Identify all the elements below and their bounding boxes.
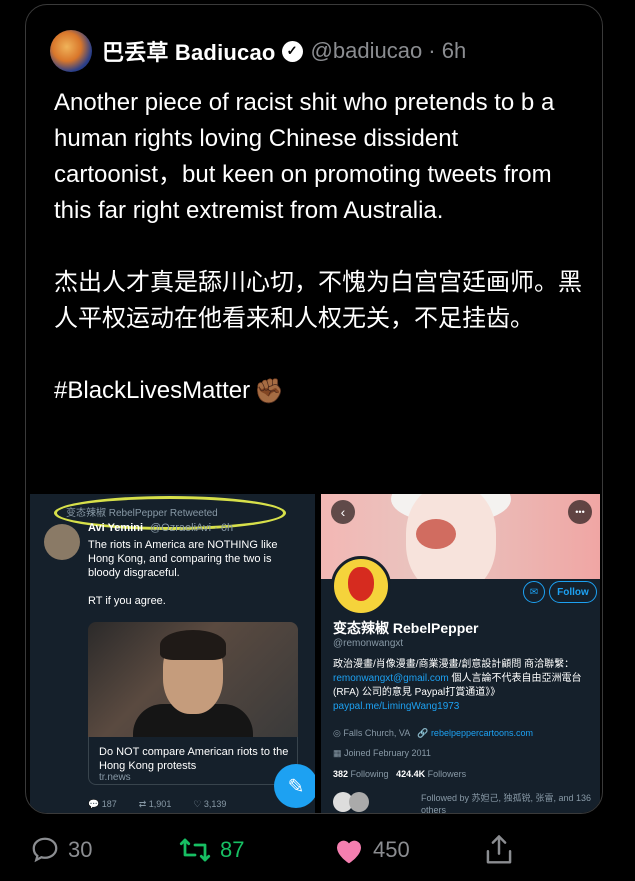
- compose-fab-icon: ✎: [274, 764, 315, 808]
- profile-joined-text: Joined February 2011: [344, 748, 431, 758]
- reply-count: 30: [68, 837, 93, 862]
- profile-bio: 政治漫畫/肖像漫畫/商業漫畫/創意設計顧問 商洽聯繫： remonwangxt@g…: [333, 658, 595, 714]
- follower-avatar: [349, 792, 369, 812]
- retweet-text: The riots in America are NOTHING like Ho…: [88, 539, 278, 607]
- link-url: tr.news: [99, 772, 131, 783]
- screenshot-profile[interactable]: ‹ ••• ✉ Follow 变态辣椒 RebelPepper @remonwa…: [321, 494, 600, 814]
- banner-red-patch: [416, 519, 456, 549]
- mail-icon: ✉: [523, 581, 545, 603]
- tweet-text-content: Another piece of racist shit who pretend…: [54, 89, 582, 404]
- share-button[interactable]: [484, 830, 522, 870]
- bio-email: remonwangxt@gmail.com: [333, 673, 449, 684]
- profile-joined: ▦ Joined February 2011: [333, 748, 431, 758]
- avatar[interactable]: [50, 30, 92, 72]
- reply-count: 💬 187: [88, 799, 117, 809]
- retweet-author-avatar: [44, 524, 80, 560]
- followed-by: Followed by 苏妲己, 独孤锐, 张雷, and 136 others: [421, 793, 592, 814]
- display-name[interactable]: 巴丢草 Badiucao: [102, 35, 276, 67]
- retweet-author-handle: @OzraeliAvi · 6h: [150, 522, 234, 534]
- retweet-button[interactable]: 87: [178, 830, 244, 870]
- following-label: Following: [350, 769, 389, 779]
- link-card: Do NOT compare American riots to the Hon…: [88, 737, 298, 785]
- retweet-count: 87: [220, 837, 245, 862]
- following-count: 382: [333, 769, 349, 779]
- tweet-card[interactable]: 巴丢草 Badiucao ✓ @badiucao · 6h Another pi…: [25, 4, 603, 814]
- retweet-actions: 💬 187 ⇄ 1,901 ♡ 3,139: [88, 799, 288, 810]
- reply-icon: [32, 837, 58, 863]
- more-icon: •••: [568, 500, 592, 524]
- followers-label: Followers: [427, 769, 467, 779]
- link-title: Do NOT compare American riots to the Hon…: [99, 746, 292, 772]
- reply-count-value: 187: [101, 799, 117, 809]
- retweet-count: ⇄ 1,901: [138, 799, 172, 809]
- profile-location: Falls Church, VA: [343, 728, 410, 738]
- photo-hair: [160, 630, 226, 660]
- tweet-action-bar: 30 87 450: [0, 830, 635, 870]
- reply-button[interactable]: 30: [30, 830, 92, 870]
- back-arrow-icon: ‹: [331, 500, 355, 524]
- profile-website: rebelpeppercartoons.com: [430, 728, 533, 738]
- retweet-count-value: 1,901: [148, 799, 172, 809]
- tweet-header: 巴丢草 Badiucao ✓ @badiucao · 6h: [50, 29, 466, 73]
- follow-button: Follow: [549, 581, 597, 603]
- profile-avatar: [331, 556, 391, 616]
- bio-paypal: paypal.me/LimingWang1973: [333, 701, 460, 712]
- screenshot-retweet[interactable]: 变态辣椒 RebelPepper Retweeted Avi Yemini @O…: [30, 494, 315, 813]
- like-button[interactable]: 450: [333, 830, 410, 870]
- followers-count: 424.4K: [396, 769, 426, 779]
- verified-badge-icon: ✓: [281, 40, 303, 62]
- like-count: 450: [373, 837, 410, 862]
- profile-counts: 382 Following 424.4K Followers: [333, 769, 466, 779]
- profile-name: 变态辣椒 RebelPepper: [333, 620, 479, 636]
- handle-and-time: @badiucao · 6h: [310, 38, 467, 63]
- like-count-value: 3,139: [203, 799, 227, 809]
- like-count: ♡ 3,139: [193, 799, 227, 809]
- share-icon: [486, 835, 512, 864]
- profile-location-row: ◎ Falls Church, VA 🔗 rebelpeppercartoons…: [333, 728, 533, 738]
- pepper-icon: [348, 567, 374, 601]
- retweet-photo: [88, 622, 298, 737]
- profile-handle: @remonwangxt: [333, 638, 404, 649]
- retweet-author-name: Avi Yemini: [88, 522, 144, 534]
- tweet-media[interactable]: 变态辣椒 RebelPepper Retweeted Avi Yemini @O…: [30, 494, 600, 814]
- like-icon: [337, 840, 361, 864]
- retweeted-label: 变态辣椒 RebelPepper Retweeted: [66, 508, 218, 519]
- bio-part-1: 政治漫畫/肖像漫畫/商業漫畫/創意設計顧問 商洽聯繫：: [333, 659, 575, 670]
- raised-fist-emoji: ✊🏾: [254, 377, 284, 405]
- tweet-text: Another piece of racist shit who pretend…: [54, 85, 584, 410]
- retweet-icon: [179, 838, 211, 862]
